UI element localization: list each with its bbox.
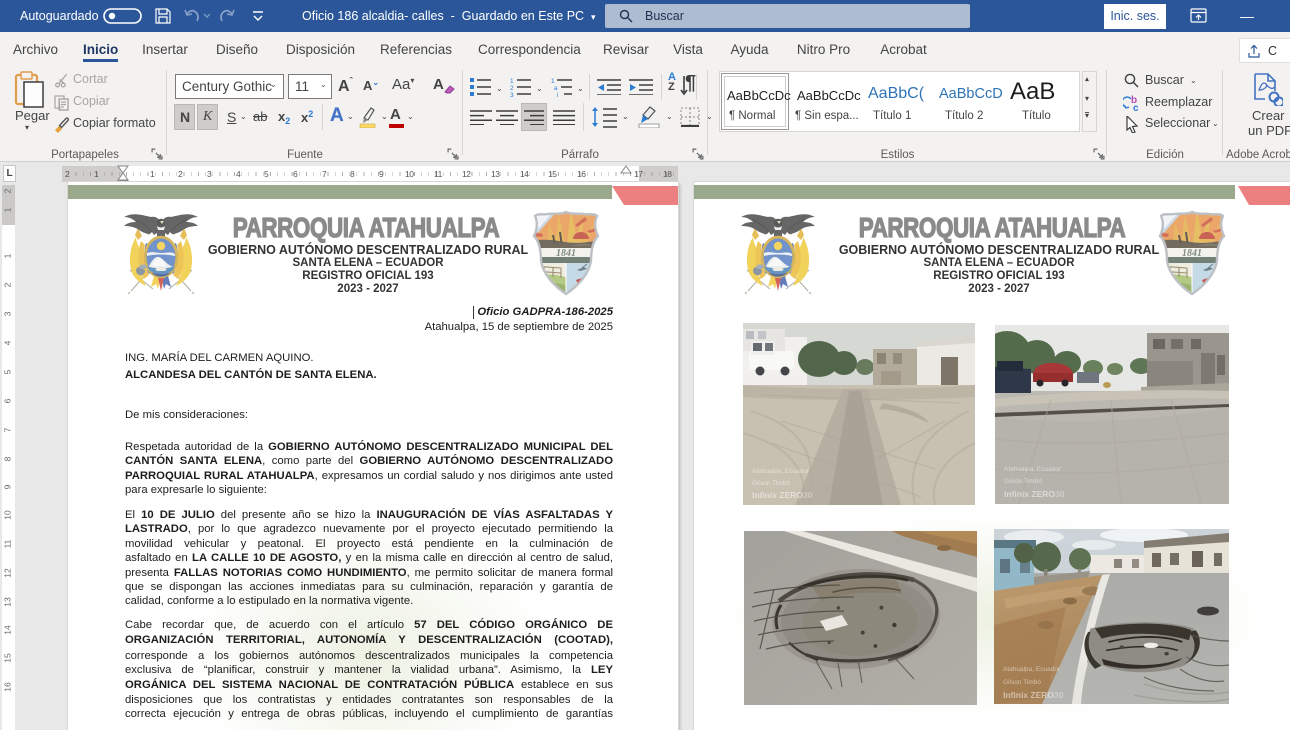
svg-text:Infinix ZERO30: Infinix ZERO30 (1004, 489, 1065, 499)
svg-text:1: 1 (510, 78, 514, 85)
svg-text:Infinix ZERO30: Infinix ZERO30 (1003, 690, 1064, 700)
svg-text:Gilson Timbó: Gilson Timbó (752, 480, 790, 487)
svg-text:2: 2 (510, 85, 514, 92)
svg-text:Infinix ZERO30: Infinix ZERO30 (752, 490, 813, 500)
svg-text:a: a (554, 85, 558, 92)
svg-text:Gilson Timbó: Gilson Timbó (1004, 478, 1042, 485)
svg-text:Atahualpa, Ecuador: Atahualpa, Ecuador (1003, 666, 1061, 673)
svg-text:3: 3 (510, 92, 514, 97)
svg-text:c: c (1133, 103, 1139, 112)
svg-text:1: 1 (551, 78, 555, 85)
svg-text:Atahualpa, Ecuador: Atahualpa, Ecuador (752, 468, 810, 475)
svg-text:Atahualpa, Ecuador: Atahualpa, Ecuador (1004, 466, 1062, 473)
svg-text:Gilson Timbó: Gilson Timbó (1003, 679, 1041, 686)
svg-text:i: i (557, 92, 558, 97)
